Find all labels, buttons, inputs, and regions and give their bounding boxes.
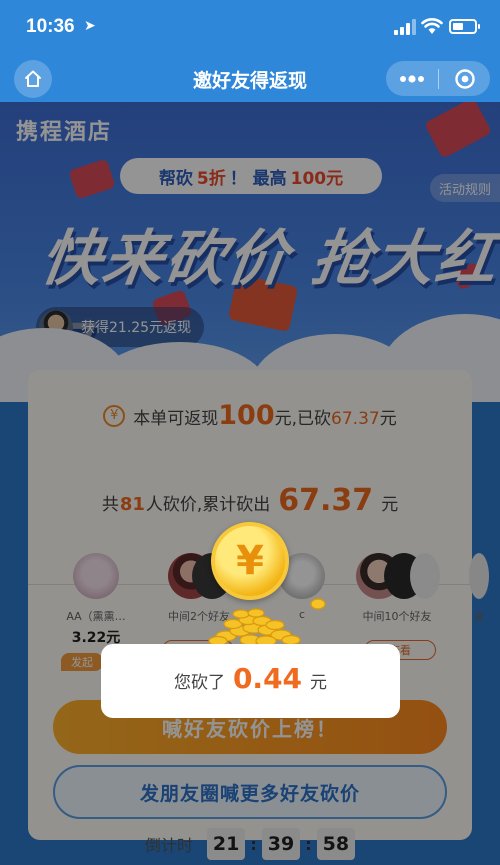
wifi-icon — [421, 18, 443, 34]
cut-prefix: 您砍了 — [173, 673, 225, 693]
location-arrow-icon: ➤ — [84, 18, 96, 34]
yen-coin-icon: ¥ — [211, 522, 289, 600]
modal-mask[interactable] — [0, 102, 500, 865]
close-target-icon — [454, 68, 475, 89]
more-dots-icon — [400, 74, 424, 83]
nav-bar: 邀好友得返现 — [0, 56, 500, 102]
cut-amount: 0.44 — [232, 662, 303, 695]
close-button[interactable] — [439, 61, 490, 96]
signal-icon — [394, 19, 416, 35]
battery-icon — [449, 19, 480, 34]
mini-program-capsule — [386, 61, 490, 96]
more-button[interactable] — [386, 61, 438, 96]
status-bar: 10:36 ➤ — [0, 0, 500, 56]
cut-result-dialog: 您砍了 0.44 元 — [101, 644, 400, 718]
status-time: 10:36 — [26, 16, 75, 37]
cut-suffix: 元 — [310, 673, 328, 693]
